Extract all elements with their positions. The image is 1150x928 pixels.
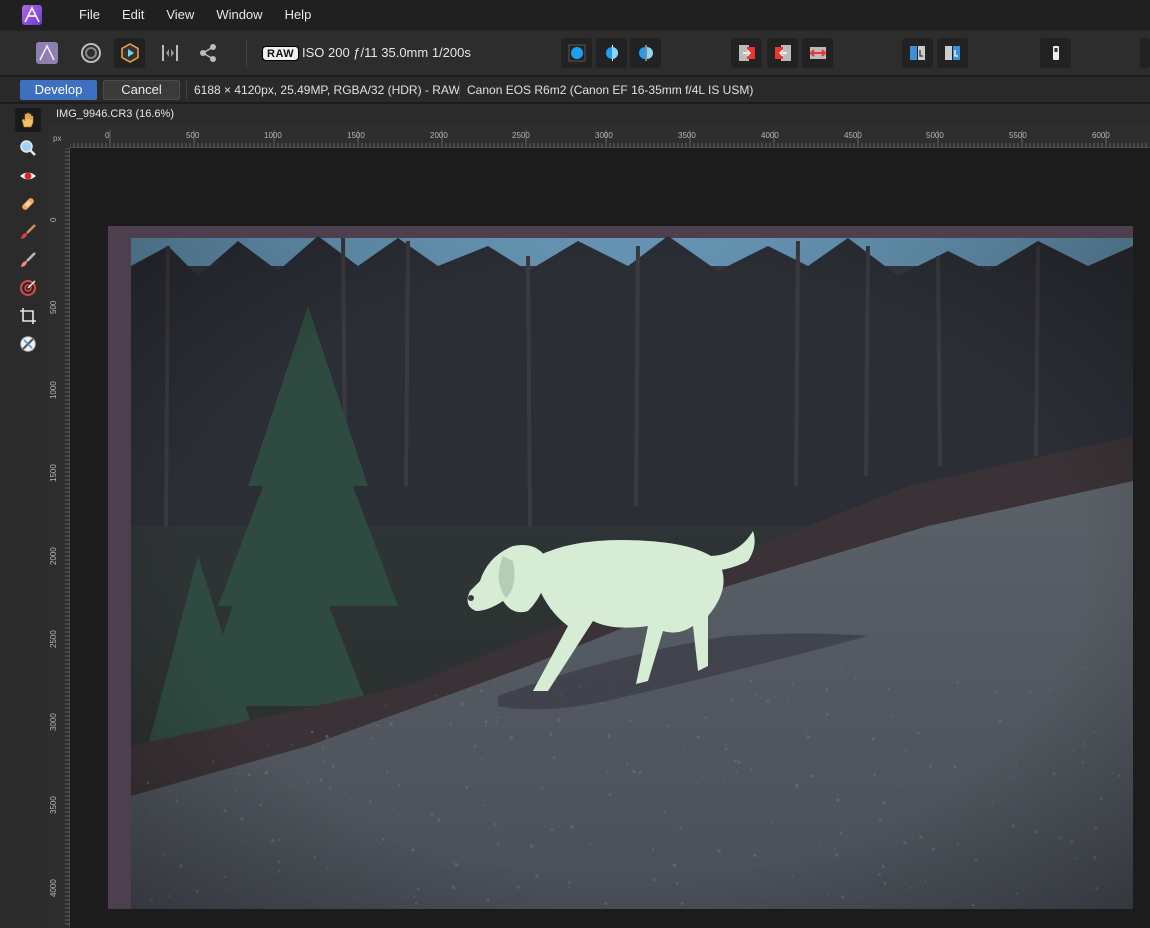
hand-tool-icon — [21, 112, 34, 128]
view-mirror-icon — [638, 45, 653, 61]
compare-left-icon — [909, 46, 925, 60]
toolbar: RAW ISO 200 ƒ/11 35.0mm 1/200s — [0, 30, 1150, 76]
ruler-label: 500 — [186, 131, 200, 140]
red-eye-tool[interactable] — [15, 164, 41, 188]
brush-tool-icon — [21, 224, 36, 239]
erase-brush-tool[interactable] — [15, 248, 41, 272]
ruler-label: 1500 — [49, 464, 58, 482]
canvas[interactable] — [70, 148, 1150, 928]
menu-help[interactable]: Help — [274, 0, 323, 30]
ruler-label: 2500 — [512, 131, 530, 140]
exif-readout: ISO 200 ƒ/11 35.0mm 1/200s — [302, 45, 471, 60]
ruler-label: 4000 — [761, 131, 779, 140]
ruler-label: 1000 — [49, 381, 58, 399]
develop-persona-button[interactable] — [114, 38, 145, 68]
swap-icon — [809, 47, 826, 59]
ruler-label: 3500 — [49, 796, 58, 814]
menu-window[interactable]: Window — [205, 0, 273, 30]
context-divider — [186, 81, 187, 99]
image-info-text: 6188 × 4120px, 25.49MP, RGBA/32 (HDR) - … — [194, 83, 460, 97]
ruler-label: 2000 — [49, 547, 58, 565]
assistant-icon — [1052, 46, 1059, 60]
camera-info-text: Canon EOS R6m2 (Canon EF 16-35mm f/4L IS… — [467, 83, 754, 97]
ruler-label: 1000 — [264, 131, 282, 140]
before-button[interactable] — [731, 38, 762, 68]
ruler-label: 3000 — [595, 131, 613, 140]
blemish-tool[interactable] — [15, 192, 41, 216]
crop-tool-icon — [20, 308, 36, 324]
ruler-label: 6000 — [1092, 131, 1110, 140]
blemish-tool-icon — [22, 198, 34, 210]
before-icon — [738, 45, 755, 61]
compare-right-icon — [944, 46, 960, 60]
document-tab-bar: IMG_9946.CR3 (16.6%) — [48, 104, 1150, 126]
ruler-label: 5500 — [1009, 131, 1027, 140]
after-icon — [774, 45, 791, 61]
cancel-button[interactable]: Cancel — [103, 80, 180, 100]
assistant-button[interactable] — [1040, 38, 1071, 68]
gradient-tool[interactable] — [15, 276, 41, 300]
white-balance-picker-icon — [20, 336, 36, 352]
view-full-icon — [568, 44, 585, 62]
erase-brush-tool-icon — [21, 252, 36, 267]
horizontal-ruler[interactable]: 0 500 1000 1500 2000 2500 3000 3500 4000… — [48, 126, 1150, 148]
compare-left-button[interactable] — [902, 38, 933, 68]
ruler-label: 4500 — [844, 131, 862, 140]
view-split-icon — [605, 45, 618, 61]
zoom-tool[interactable] — [15, 136, 41, 160]
photo-persona-icon — [35, 42, 58, 64]
ruler-unit: px — [53, 134, 62, 143]
vertical-ruler[interactable]: 0 500 1000 1500 2000 2500 3000 3500 4000 — [48, 148, 70, 928]
crop-tool[interactable] — [15, 304, 41, 328]
ruler-label: 0 — [105, 131, 110, 140]
hand-tool[interactable] — [15, 108, 41, 132]
raw-badge: RAW — [262, 46, 300, 61]
photo-persona-button[interactable] — [31, 38, 62, 68]
compare-right-button[interactable] — [937, 38, 968, 68]
brush-tool[interactable] — [15, 220, 41, 244]
ruler-label: 5000 — [926, 131, 944, 140]
develop-button[interactable]: Develop — [20, 80, 97, 100]
view-full-button[interactable] — [561, 38, 592, 68]
view-mirror-button[interactable] — [630, 38, 661, 68]
document-tab[interactable]: IMG_9946.CR3 (16.6%) — [56, 108, 174, 120]
view-split-button[interactable] — [596, 38, 627, 68]
white-balance-picker[interactable] — [15, 332, 41, 356]
develop-persona-icon — [120, 43, 139, 63]
context-divider — [459, 81, 460, 99]
ruler-label: 2500 — [49, 630, 58, 648]
context-toolbar: Develop Cancel 6188 × 4120px, 25.49MP, R… — [0, 77, 1150, 103]
ruler-label: 3500 — [678, 131, 696, 140]
menu-file[interactable]: File — [68, 0, 111, 30]
share-icon — [199, 44, 216, 62]
photo-image — [108, 226, 1133, 909]
menu-bar: File Edit View Window Help — [0, 0, 1150, 30]
tone-mapping-persona-button[interactable] — [154, 38, 185, 68]
export-persona-button[interactable] — [192, 38, 223, 68]
gradient-tool-icon — [20, 280, 36, 296]
affinity-photo-logo-icon[interactable] — [21, 4, 43, 26]
menu-view[interactable]: View — [155, 0, 205, 30]
swap-button[interactable] — [802, 38, 833, 68]
ruler-label: 1500 — [347, 131, 365, 140]
ruler-label: 500 — [49, 300, 58, 314]
menu-edit[interactable]: Edit — [111, 0, 155, 30]
tone-mapping-persona-icon — [161, 45, 178, 61]
red-eye-tool-icon — [20, 172, 36, 180]
toolbar-overflow-button[interactable] — [1140, 38, 1150, 68]
zoom-tool-icon — [20, 140, 36, 156]
liquify-persona-icon — [80, 43, 101, 63]
after-button[interactable] — [767, 38, 798, 68]
tools-panel — [0, 104, 48, 928]
ruler-label: 3000 — [49, 713, 58, 731]
liquify-persona-button[interactable] — [75, 38, 106, 68]
toolbar-divider — [246, 39, 247, 67]
ruler-label: 2000 — [430, 131, 448, 140]
ruler-label: 4000 — [49, 879, 58, 897]
ruler-label: 0 — [49, 217, 58, 222]
